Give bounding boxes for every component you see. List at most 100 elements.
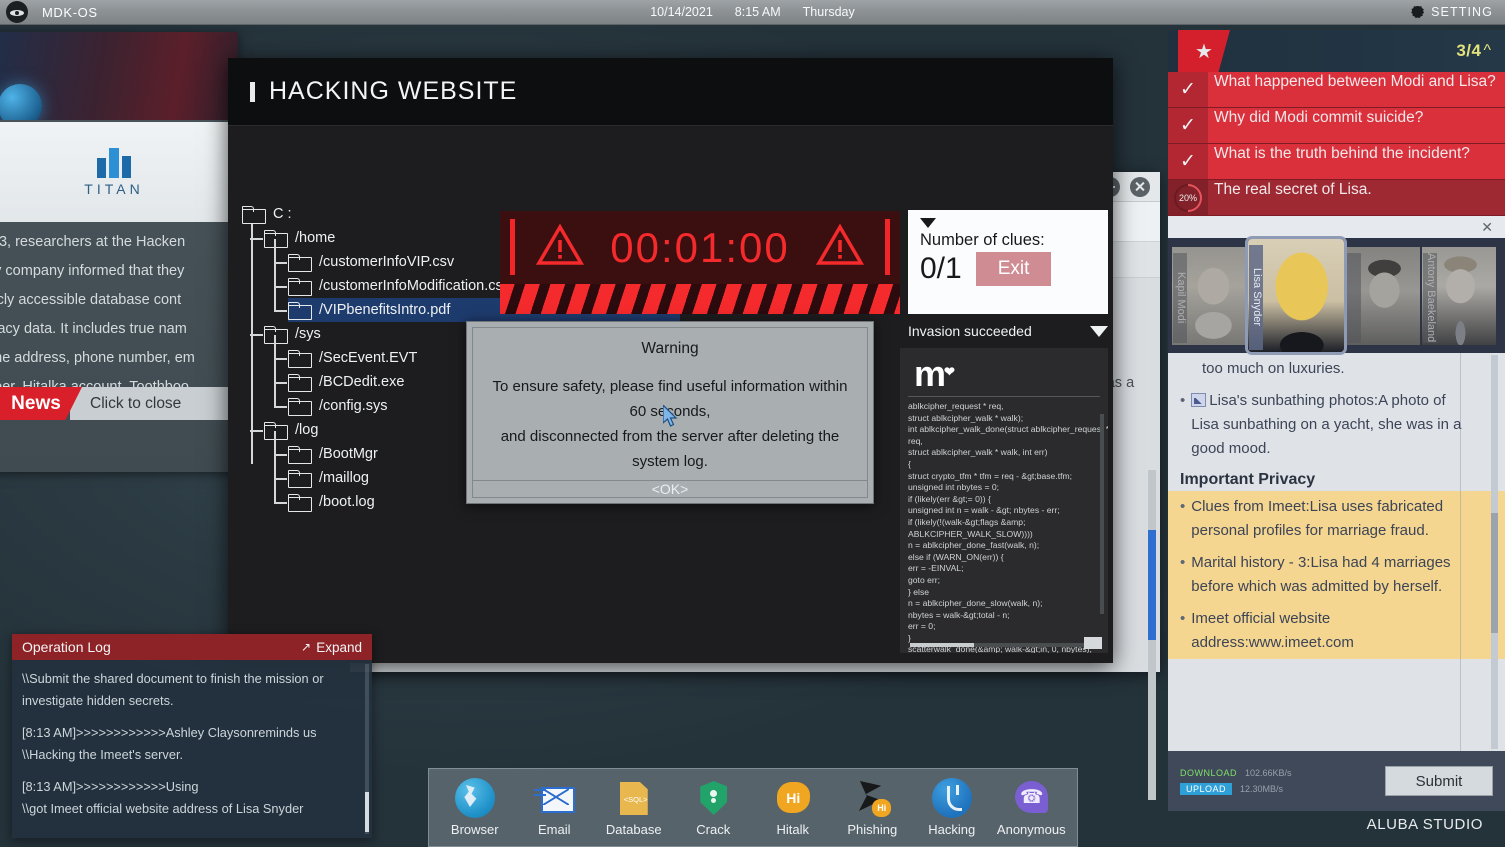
question-row[interactable]: ✓ What happened between Modi and Lisa? bbox=[1168, 72, 1505, 108]
expand-button[interactable]: ↖ Expand bbox=[301, 640, 362, 655]
tree-node-label: /boot.log bbox=[319, 494, 375, 510]
divider bbox=[908, 396, 1100, 397]
portrait-antony-baekeland[interactable]: Antony Baekeland bbox=[1422, 247, 1496, 345]
character-portrait-strip: Kapil Modi Lisa Snyder Antony Baekeland bbox=[1168, 238, 1505, 353]
question-status: ✓ bbox=[1168, 72, 1208, 107]
time-label: 8:15 AM bbox=[735, 5, 781, 19]
warning-dialog-heading: Warning bbox=[489, 340, 851, 358]
code-line: ABLKCIPHER_WALK_SLOW)))) bbox=[908, 529, 1108, 541]
panel-footer: DOWNLOAD 102.66KB/s UPLOAD 12.30MB/s Sub… bbox=[1168, 751, 1505, 811]
code-line: struct crypto_tfm * tfm = req - &gt;base… bbox=[908, 471, 1108, 483]
warning-ok-button[interactable]: <OK> bbox=[473, 480, 867, 497]
portrait-unknown[interactable] bbox=[1346, 247, 1420, 345]
tree-node-label: /customerInfoModification.csv bbox=[319, 278, 510, 294]
check-icon: ✓ bbox=[1180, 114, 1196, 137]
dock-label: Email bbox=[538, 822, 571, 837]
browser-scrollbar-thumb[interactable] bbox=[1148, 530, 1156, 640]
dock-label: Phishing bbox=[847, 822, 897, 837]
caret-down-icon[interactable] bbox=[920, 218, 936, 228]
news-close-hint[interactable]: Click to close bbox=[70, 387, 238, 420]
news-window[interactable]: TITAN er 13, researchers at the Hacken u… bbox=[0, 32, 238, 472]
folder-icon bbox=[288, 494, 310, 510]
dock-item-crack[interactable]: Crack bbox=[675, 778, 751, 837]
chevron-up-icon[interactable]: ^ bbox=[1483, 42, 1491, 60]
tree-node-label: /customerInfoVIP.csv bbox=[319, 254, 454, 270]
caret-down-icon[interactable] bbox=[1090, 326, 1108, 337]
portrait-lisa-snyder[interactable]: Lisa Snyder bbox=[1248, 239, 1344, 352]
operation-log-window[interactable]: Operation Log ↖ Expand \\Submit the shar… bbox=[12, 634, 372, 838]
document-scrollbar-thumb[interactable] bbox=[1491, 513, 1498, 633]
log-spacer bbox=[22, 712, 362, 722]
hacking-website-window[interactable]: HACKING WEBSITE C : /home /customerInfoV… bbox=[228, 58, 1113, 663]
dock-label: Browser bbox=[451, 822, 499, 837]
code-resize-handle[interactable] bbox=[1084, 637, 1102, 649]
exit-button[interactable]: Exit bbox=[976, 252, 1052, 286]
question-text: What happened between Modi and Lisa? bbox=[1208, 72, 1505, 107]
news-globe-icon bbox=[0, 84, 42, 120]
system-topbar: MDK-OS 10/14/2021 8:15 AM Thursday SETTI… bbox=[0, 0, 1505, 25]
dock-item-hacking[interactable]: Hacking bbox=[914, 778, 990, 837]
dock-item-hitalk[interactable]: Hi Hitalk bbox=[755, 778, 831, 837]
code-line: n = ablkcipher_done_slow(walk, n); bbox=[908, 598, 1108, 610]
heart-icon: ❤ bbox=[944, 354, 955, 390]
tree-node-label: /maillog bbox=[319, 470, 369, 486]
os-logo-icon bbox=[6, 1, 28, 23]
upload-stat: UPLOAD 12.30MB/s bbox=[1180, 783, 1375, 795]
star-tab[interactable]: ★ bbox=[1178, 30, 1230, 72]
question-status: ✓ bbox=[1168, 108, 1208, 143]
code-line: n = ablkcipher_done_fast(walk, n); bbox=[908, 540, 1108, 552]
bullet-icon: • bbox=[1180, 495, 1185, 543]
log-line: \\got Imeet official website address of … bbox=[22, 798, 362, 820]
close-icon[interactable] bbox=[1130, 177, 1150, 197]
date-label: 10/14/2021 bbox=[650, 5, 713, 19]
code-scrollbar-horizontal[interactable] bbox=[910, 643, 1090, 647]
privacy-item[interactable]: • Clues from Imeet:Lisa uses fabricated … bbox=[1168, 491, 1505, 547]
clue-counter-panel: Number of clues: 0/1 Exit bbox=[908, 210, 1108, 314]
mail-icon bbox=[534, 778, 574, 818]
expand-icon: ↖ bbox=[301, 640, 311, 654]
question-text: Why did Modi commit suicide? bbox=[1208, 108, 1505, 143]
image-icon bbox=[1191, 393, 1206, 407]
code-line: struct ablkcipher_walk * walk); bbox=[908, 413, 1108, 425]
dock-item-database[interactable]: <SQL> Database bbox=[596, 778, 672, 837]
question-row[interactable]: 20% The real secret of Lisa. bbox=[1168, 180, 1505, 216]
network-stats: DOWNLOAD 102.66KB/s UPLOAD 12.30MB/s bbox=[1180, 768, 1375, 795]
operation-log-body: \\Submit the shared document to finish t… bbox=[12, 660, 372, 828]
log-line: \\Submit the shared document to finish t… bbox=[22, 668, 362, 690]
check-icon: ✓ bbox=[1180, 78, 1196, 101]
code-scrollbar-vertical[interactable] bbox=[1100, 414, 1104, 614]
setting-button[interactable]: SETTING bbox=[1411, 5, 1493, 19]
document-scroll-area[interactable]: too much on luxuries. • Lisa's sunbathin… bbox=[1168, 353, 1505, 751]
folder-icon bbox=[288, 302, 310, 318]
dock-label: Hacking bbox=[928, 822, 975, 837]
privacy-item[interactable]: • Marital history - 3:Lisa had 4 marriag… bbox=[1168, 547, 1505, 603]
tree-node-label: /home bbox=[295, 230, 335, 246]
question-status: ✓ bbox=[1168, 144, 1208, 179]
doc-item-image-clue[interactable]: • Lisa's sunbathing photos:A photo of Li… bbox=[1168, 385, 1505, 465]
operation-log-title: Operation Log bbox=[22, 639, 111, 655]
code-line: int ablkcipher_walk_done(struct ablkciph… bbox=[908, 424, 1108, 436]
folder-icon bbox=[288, 398, 310, 414]
code-line: if (likely(!(walk-&gt;flags &amp; bbox=[908, 517, 1108, 529]
submit-button[interactable]: Submit bbox=[1385, 766, 1493, 796]
code-line: req, bbox=[908, 436, 1108, 448]
clue-panel-title: Number of clues: bbox=[920, 231, 1096, 250]
privacy-item-text: Imeet official website address:www.imeet… bbox=[1191, 607, 1477, 655]
dock-item-anonymous[interactable]: Anonymous bbox=[993, 778, 1069, 837]
privacy-item[interactable]: • Imeet official website address:www.ime… bbox=[1168, 603, 1505, 659]
question-row[interactable]: ✓ What is the truth behind the incident? bbox=[1168, 144, 1505, 180]
dock-item-email[interactable]: Email bbox=[516, 778, 592, 837]
question-row[interactable]: ✓ Why did Modi commit suicide? bbox=[1168, 108, 1505, 144]
dock-item-browser[interactable]: Browser bbox=[437, 778, 513, 837]
titan-building-icon bbox=[97, 148, 131, 178]
dock-item-phishing[interactable]: Hi Phishing bbox=[834, 778, 910, 837]
browser-scrollbar[interactable] bbox=[1148, 470, 1156, 800]
article-line: urity company informed that they bbox=[0, 257, 238, 286]
bullet-icon: • bbox=[1180, 551, 1185, 599]
operation-log-scrollbar-thumb[interactable] bbox=[365, 792, 369, 832]
close-icon[interactable]: ✕ bbox=[1481, 219, 1493, 236]
folder-icon bbox=[288, 470, 310, 486]
code-line: { bbox=[908, 459, 1108, 471]
portrait-kapil-modi[interactable]: Kapil Modi bbox=[1172, 247, 1246, 345]
document-column-divider bbox=[1460, 353, 1461, 751]
